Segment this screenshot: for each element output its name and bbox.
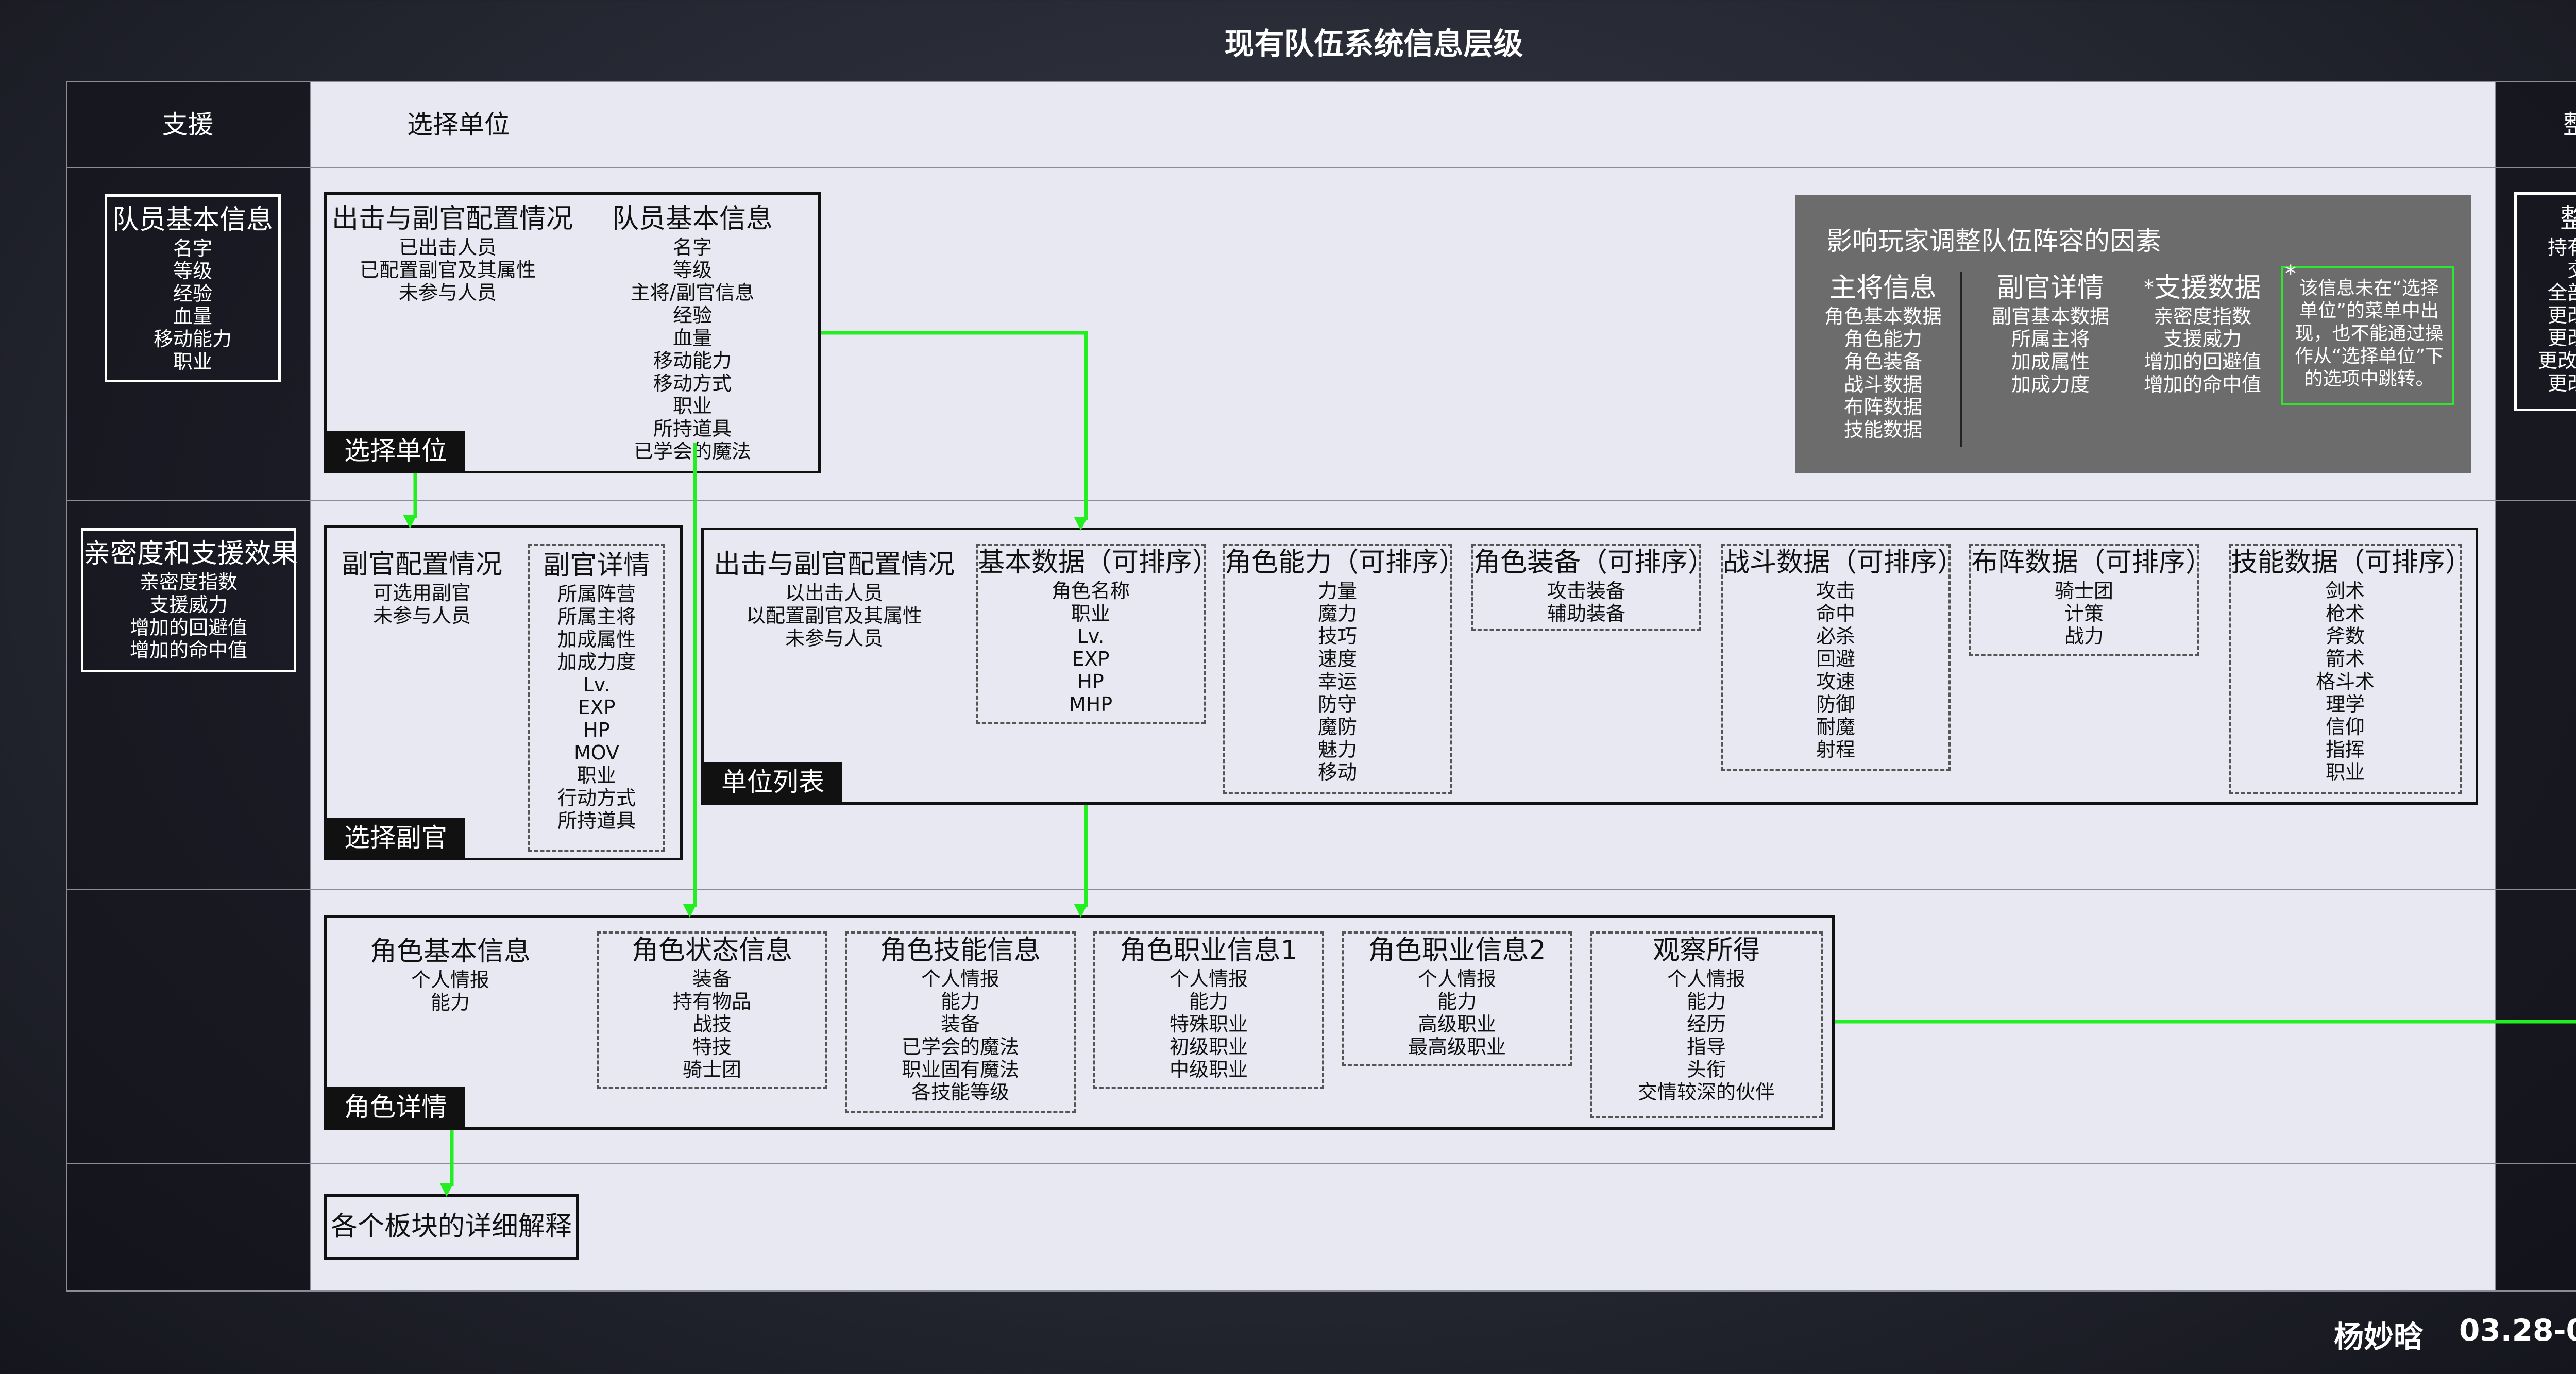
arrow-to-prep bbox=[1835, 1020, 2576, 1024]
date-range: 03.28-03.30 bbox=[2459, 1313, 2576, 1348]
flow-arrows bbox=[403, 331, 2576, 1197]
author: 杨妙晗 bbox=[2334, 1319, 2424, 1354]
arrow-to-unit-list bbox=[821, 331, 1088, 531]
